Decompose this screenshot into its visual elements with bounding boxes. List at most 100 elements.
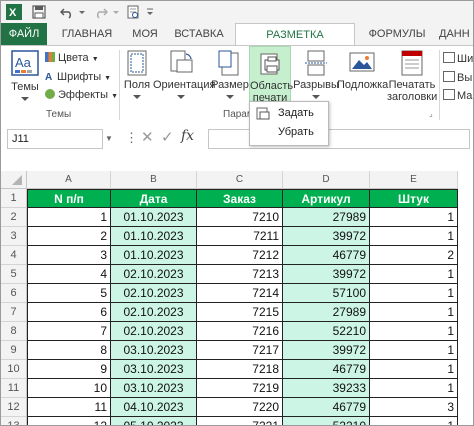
cell-article[interactable]: 46779 [283, 246, 370, 265]
fonts-button[interactable]: A Шрифты ▼ [45, 71, 111, 83]
save-icon[interactable] [31, 4, 47, 20]
customize-qat-icon[interactable] [145, 4, 155, 20]
margins-button[interactable]: Поля [123, 50, 151, 103]
header-cell-order[interactable]: Заказ [197, 189, 283, 208]
dialog-launcher-icon[interactable]: ⌟ [429, 109, 433, 118]
cell-article[interactable]: 27989 [283, 208, 370, 227]
enter-icon[interactable]: ✓ [161, 128, 174, 146]
themes-button[interactable]: Aa Темы [7, 50, 43, 105]
row-header-9[interactable]: 9 [1, 341, 27, 360]
cell-n[interactable]: 5 [27, 284, 111, 303]
cell-n[interactable]: 9 [27, 360, 111, 379]
name-box-dropdown-icon[interactable]: ▼ [105, 134, 113, 143]
orientation-button[interactable]: Ориентация [153, 50, 215, 103]
cell-date[interactable]: 04.10.2023 [111, 398, 197, 417]
header-cell-date[interactable]: Дата [111, 189, 197, 208]
cell-date[interactable]: 03.10.2023 [111, 379, 197, 398]
cell-qty[interactable]: 2 [370, 246, 458, 265]
column-header-d[interactable]: D [283, 171, 370, 189]
cell-date[interactable]: 05.10.2023 [111, 417, 197, 425]
cell-article[interactable]: 39972 [283, 227, 370, 246]
cell-order[interactable]: 7214 [197, 284, 283, 303]
size-button[interactable]: Размер [211, 50, 249, 103]
colors-button[interactable]: Цвета ▼ [45, 52, 99, 64]
header-cell-n[interactable]: N п/п [27, 189, 111, 208]
background-button[interactable]: Подложка [337, 50, 388, 91]
row-header-8[interactable]: 8 [1, 322, 27, 341]
cell-date[interactable]: 01.10.2023 [111, 208, 197, 227]
header-cell-article[interactable]: Артикул [283, 189, 370, 208]
cell-article[interactable]: 27989 [283, 303, 370, 322]
cell-qty[interactable]: 1 [370, 360, 458, 379]
tab-insert[interactable]: ВСТАВКА [169, 23, 229, 45]
cell-order[interactable]: 7213 [197, 265, 283, 284]
cell-order[interactable]: 7217 [197, 341, 283, 360]
cell-date[interactable]: 02.10.2023 [111, 284, 197, 303]
cell-qty[interactable]: 1 [370, 341, 458, 360]
redo-icon[interactable] [93, 4, 109, 20]
column-header-c[interactable]: C [197, 171, 283, 189]
column-header-a[interactable]: A [27, 171, 111, 189]
cell-qty[interactable]: 1 [370, 322, 458, 341]
cancel-icon[interactable]: ✕ [141, 128, 154, 146]
column-header-e[interactable]: E [370, 171, 458, 189]
cell-order[interactable]: 7210 [197, 208, 283, 227]
row-header-5[interactable]: 5 [1, 265, 27, 284]
cell-date[interactable]: 03.10.2023 [111, 360, 197, 379]
tab-my[interactable]: МОЯ [125, 23, 165, 45]
cell-n[interactable]: 8 [27, 341, 111, 360]
cell-article[interactable]: 46779 [283, 360, 370, 379]
tab-formulas[interactable]: ФОРМУЛЫ [365, 23, 429, 45]
print-area-button[interactable]: Область печати [249, 46, 293, 112]
cell-qty[interactable]: 1 [370, 303, 458, 322]
row-header-1[interactable]: 1 [1, 189, 27, 208]
cell-article[interactable]: 57100 [283, 284, 370, 303]
cell-article[interactable]: 52210 [283, 322, 370, 341]
row-header-13[interactable]: 13 [1, 417, 27, 425]
menu-item-set-print-area[interactable]: Задать [252, 105, 324, 122]
cell-qty[interactable]: 1 [370, 265, 458, 284]
cell-n[interactable]: 7 [27, 322, 111, 341]
tab-home[interactable]: ГЛАВНАЯ [57, 23, 117, 45]
cell-date[interactable]: 03.10.2023 [111, 341, 197, 360]
cell-order[interactable]: 7216 [197, 322, 283, 341]
cell-date[interactable]: 02.10.2023 [111, 322, 197, 341]
row-header-12[interactable]: 12 [1, 398, 27, 417]
row-header-6[interactable]: 6 [1, 284, 27, 303]
insert-function-icon[interactable]: fx [181, 128, 194, 144]
row-header-2[interactable]: 2 [1, 208, 27, 227]
row-header-10[interactable]: 10 [1, 360, 27, 379]
cell-qty[interactable]: 1 [370, 417, 458, 425]
width-control[interactable]: Ши [443, 52, 473, 65]
cell-order[interactable]: 7219 [197, 379, 283, 398]
row-header-4[interactable]: 4 [1, 246, 27, 265]
cell-article[interactable]: 39972 [283, 341, 370, 360]
tab-data[interactable]: ДАНН [439, 23, 473, 45]
cell-qty[interactable]: 3 [370, 398, 458, 417]
cell-order[interactable]: 7221 [197, 417, 283, 425]
menu-item-clear-print-area[interactable]: Убрать [252, 124, 324, 141]
cell-article[interactable]: 39972 [283, 265, 370, 284]
row-header-7[interactable]: 7 [1, 303, 27, 322]
cell-n[interactable]: 4 [27, 265, 111, 284]
row-header-11[interactable]: 11 [1, 379, 27, 398]
print-titles-button[interactable]: Печатать заголовки [387, 50, 437, 103]
cell-n[interactable]: 3 [27, 246, 111, 265]
cell-n[interactable]: 6 [27, 303, 111, 322]
cell-article[interactable]: 52210 [283, 417, 370, 425]
cell-date[interactable]: 02.10.2023 [111, 303, 197, 322]
cell-n[interactable]: 1 [27, 208, 111, 227]
scale-control[interactable]: Ма [443, 89, 472, 102]
cell-qty[interactable]: 1 [370, 208, 458, 227]
cell-order[interactable]: 7211 [197, 227, 283, 246]
height-control[interactable]: Вы [443, 71, 472, 84]
cell-date[interactable]: 01.10.2023 [111, 246, 197, 265]
cell-order[interactable]: 7215 [197, 303, 283, 322]
tab-file[interactable]: ФАЙЛ [1, 23, 47, 45]
effects-button[interactable]: Эффекты ▼ [45, 89, 118, 101]
cell-n[interactable]: 2 [27, 227, 111, 246]
cell-order[interactable]: 7220 [197, 398, 283, 417]
cell-qty[interactable]: 1 [370, 227, 458, 246]
cell-qty[interactable]: 1 [370, 284, 458, 303]
select-all-corner[interactable] [1, 171, 27, 189]
